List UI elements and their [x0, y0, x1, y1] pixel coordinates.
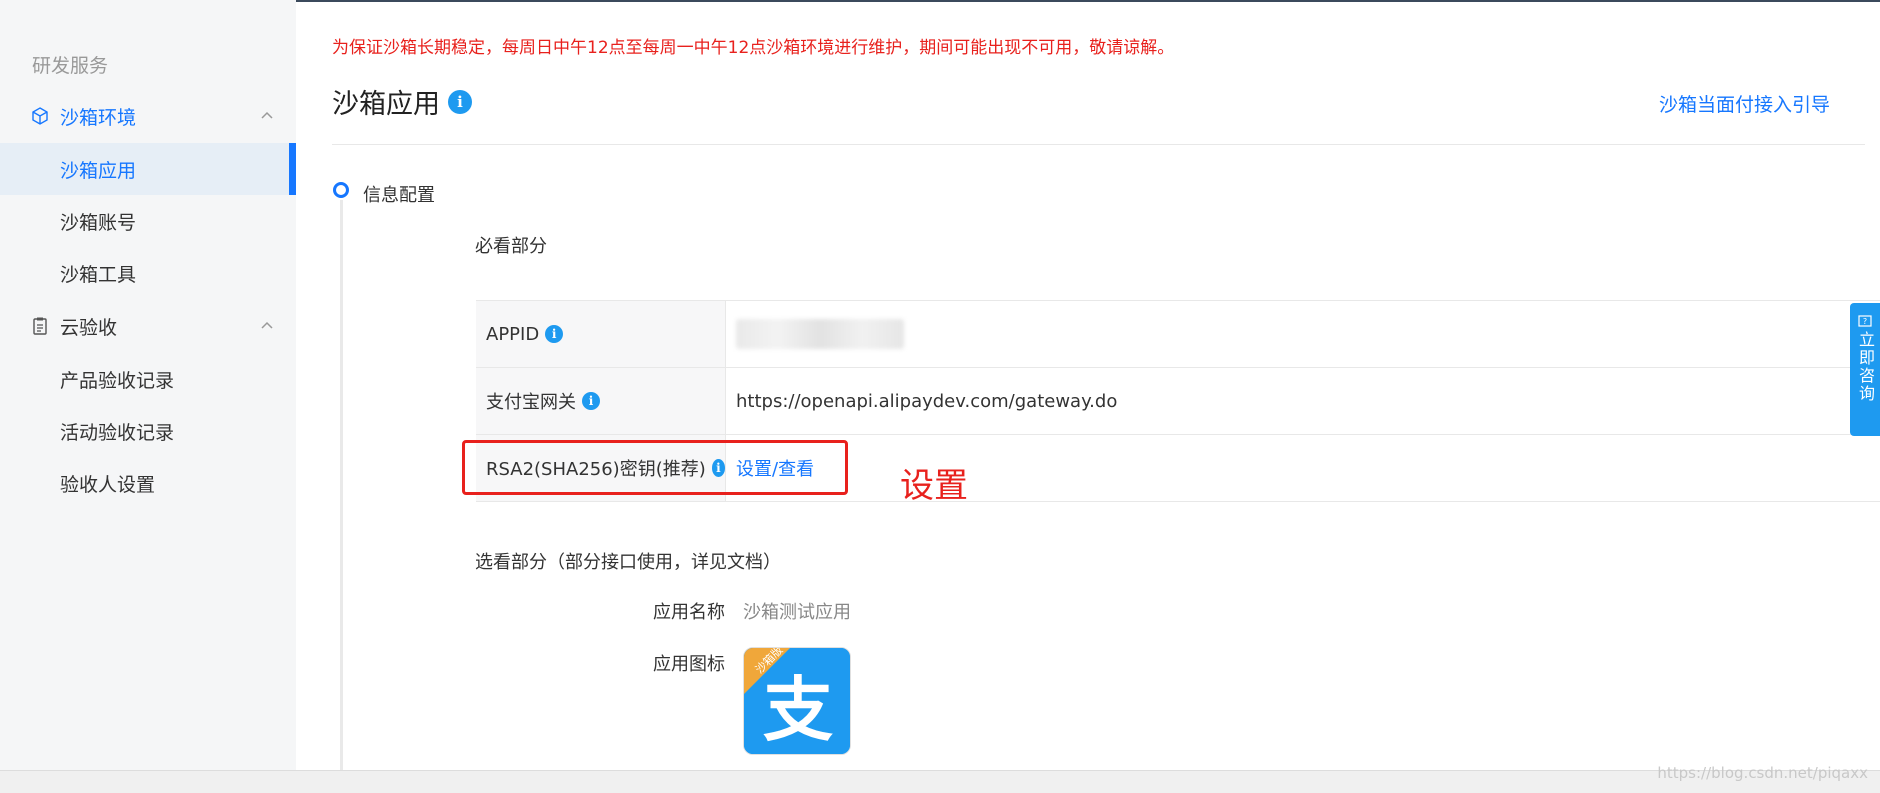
table-row: APPID i	[476, 301, 1880, 368]
appid-value	[726, 301, 1880, 367]
redacted-appid	[736, 319, 904, 349]
info-icon[interactable]: i	[582, 392, 600, 410]
sidebar-group-label: 云验收	[60, 316, 118, 339]
sidebar-item-label: 沙箱工具	[60, 263, 137, 286]
sidebar-section-label: 研发服务	[32, 55, 109, 77]
info-icon[interactable]: i	[448, 89, 472, 114]
svg-text:?: ?	[1863, 317, 1867, 326]
sidebar-group-sandbox[interactable]: 沙箱环境	[0, 90, 296, 142]
divider	[332, 144, 1865, 145]
optional-section-title: 选看部分（部分接口使用，详见文档）	[475, 552, 781, 573]
sidebar-group-label: 沙箱环境	[60, 106, 137, 129]
row-label: 支付宝网关 i	[476, 368, 726, 434]
chevron-up-icon[interactable]	[260, 318, 274, 332]
sidebar-item-label: 沙箱应用	[60, 159, 137, 182]
timeline-line	[340, 200, 343, 770]
gateway-label: 支付宝网关	[486, 392, 576, 413]
sidebar-item-sandbox-tools[interactable]: 沙箱工具	[0, 247, 296, 299]
table-row: 支付宝网关 i https://openapi.alipaydev.com/ga…	[476, 368, 1880, 435]
annotation-text: 设置	[900, 466, 968, 506]
consult-button[interactable]: ? 立即咨询	[1850, 303, 1880, 436]
timeline-dot	[333, 182, 349, 198]
sidebar-item-acceptor-settings[interactable]: 验收人设置	[0, 457, 296, 509]
maintenance-notice: 为保证沙箱长期稳定，每周日中午12点至每周一中午12点沙箱环境进行维护，期间可能…	[332, 38, 1175, 58]
sandbox-guide-link[interactable]: 沙箱当面付接入引导	[1659, 90, 1830, 117]
sidebar-item-label: 活动验收记录	[60, 421, 175, 444]
sidebar: 研发服务 沙箱环境 沙箱应用 沙箱账号 沙箱工具 云验收 产品验收记录 活动验收…	[0, 0, 296, 770]
appid-label: APPID	[486, 323, 540, 345]
bottom-bar	[0, 770, 1880, 793]
clipboard-icon	[30, 316, 50, 336]
chevron-up-icon[interactable]	[260, 108, 274, 122]
row-label: APPID i	[476, 301, 726, 367]
annotation-highlight-box	[462, 440, 848, 495]
page-title: 沙箱应用 i	[332, 82, 472, 121]
app-icon: 沙箱版 支	[743, 647, 851, 755]
sidebar-item-product-acceptance[interactable]: 产品验收记录	[0, 353, 296, 405]
gateway-value: https://openapi.alipaydev.com/gateway.do	[736, 390, 1118, 412]
sidebar-item-label: 验收人设置	[60, 473, 156, 496]
cube-icon	[30, 106, 50, 126]
app-name-value: 沙箱测试应用	[743, 602, 851, 623]
sidebar-item-label: 产品验收记录	[60, 369, 175, 392]
consult-label: 立即咨询	[1856, 331, 1875, 403]
app-icon-label: 应用图标	[653, 654, 725, 675]
app-name-label: 应用名称	[653, 602, 725, 623]
sidebar-item-sandbox-app[interactable]: 沙箱应用	[0, 143, 296, 195]
sidebar-group-cloud-acceptance[interactable]: 云验收	[0, 300, 296, 352]
app-icon-glyph: 支	[763, 669, 833, 751]
sidebar-item-label: 沙箱账号	[60, 211, 137, 234]
section-title: 信息配置	[363, 185, 435, 206]
required-section-title: 必看部分	[475, 236, 547, 257]
sidebar-item-activity-acceptance[interactable]: 活动验收记录	[0, 405, 296, 457]
sidebar-item-sandbox-account[interactable]: 沙箱账号	[0, 195, 296, 247]
watermark: https://blog.csdn.net/piqaxx	[1657, 764, 1868, 782]
question-icon: ?	[1858, 315, 1872, 327]
page-title-text: 沙箱应用	[332, 89, 440, 120]
info-icon[interactable]: i	[545, 325, 564, 343]
